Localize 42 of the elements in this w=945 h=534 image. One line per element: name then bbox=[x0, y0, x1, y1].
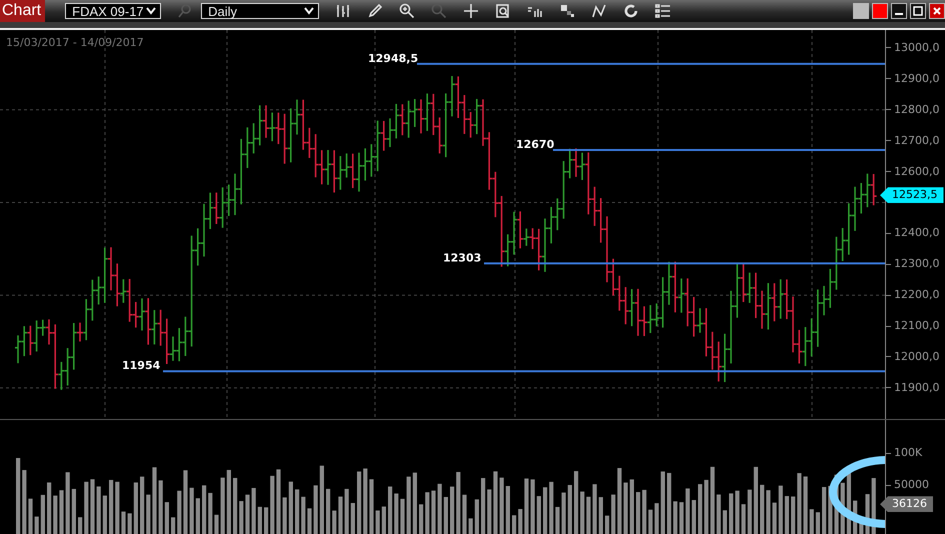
zoom-out-icon bbox=[431, 3, 448, 19]
price-tick-label: 12800,0 bbox=[886, 104, 940, 116]
price-tick-label: 12100,0 bbox=[886, 320, 940, 332]
refresh-icon bbox=[623, 3, 640, 19]
close-icon bbox=[932, 6, 942, 16]
last-price-tag: 12523,5 bbox=[880, 187, 944, 204]
caret-icon bbox=[146, 7, 156, 15]
caret-icon bbox=[304, 7, 314, 15]
blocks-icon bbox=[559, 3, 576, 19]
level-label: 12303 bbox=[443, 251, 482, 264]
search-icon bbox=[177, 3, 194, 19]
date-range: 15/03/2017 - 14/09/2017 bbox=[6, 36, 144, 49]
maximize-button[interactable] bbox=[910, 3, 926, 19]
minimize-icon bbox=[895, 13, 903, 15]
last-volume-tag: 36126 bbox=[880, 496, 933, 512]
line-tool-icon bbox=[591, 3, 608, 19]
level-label: 11954 bbox=[122, 359, 160, 372]
pencil-icon bbox=[367, 3, 384, 19]
price-tick-label: 12700,0 bbox=[886, 134, 940, 147]
crosshair-icon bbox=[463, 3, 480, 19]
price-tick-label: 12200,0 bbox=[886, 289, 940, 302]
level-label: 12670 bbox=[516, 138, 554, 151]
maximize-icon bbox=[913, 6, 923, 16]
price-tick-label: 12600,0 bbox=[886, 166, 940, 178]
list-icon bbox=[655, 3, 672, 19]
magnifier-document-icon bbox=[495, 3, 512, 19]
bars-icon bbox=[335, 3, 352, 19]
volume-tick-label: 100K bbox=[886, 447, 922, 460]
chart-title[interactable]: Chart bbox=[0, 0, 46, 22]
volume-tick-label: 50000 bbox=[886, 479, 929, 492]
symbol-select[interactable]: FDAX 09-17 bbox=[65, 3, 162, 19]
price-tick-label: 12900,0 bbox=[886, 72, 940, 85]
interval-select[interactable]: Daily bbox=[201, 3, 320, 19]
price-tick-label: 12400,0 bbox=[886, 227, 940, 240]
price-tick-label: 11900,0 bbox=[886, 382, 940, 394]
minimize-button[interactable] bbox=[891, 3, 907, 19]
price-tick-label: 13000,0 bbox=[886, 42, 940, 54]
price-tick-label: 12300,0 bbox=[886, 258, 940, 270]
close-button[interactable] bbox=[929, 3, 945, 19]
level-label: 12948,5 bbox=[368, 52, 418, 65]
price-tick-label: 12000,0 bbox=[886, 350, 940, 363]
zoom-in-icon bbox=[399, 3, 416, 19]
